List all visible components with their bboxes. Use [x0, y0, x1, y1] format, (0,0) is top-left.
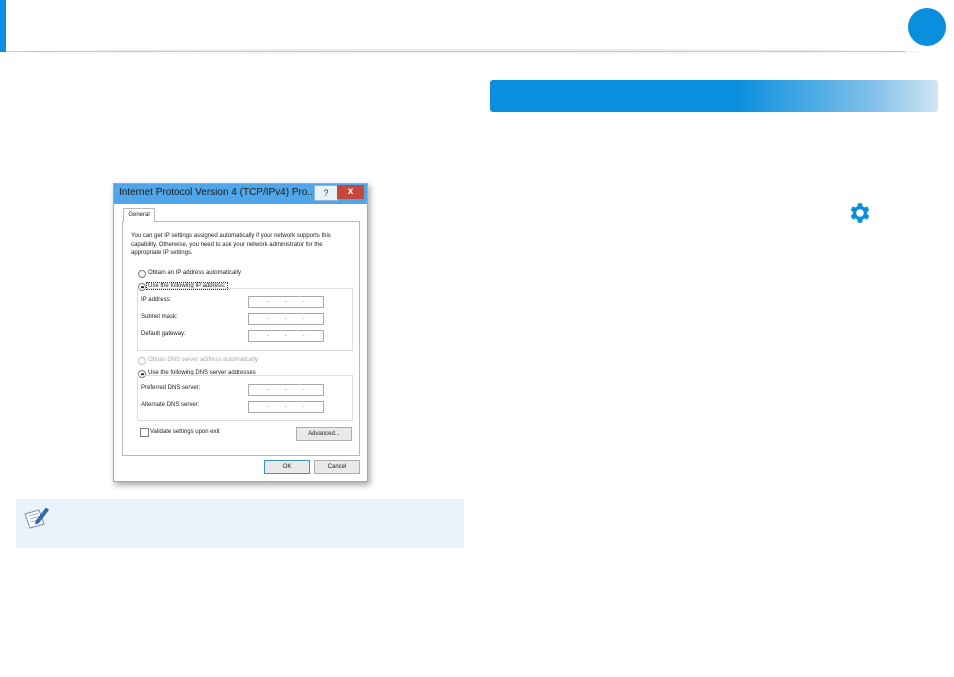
intro-text: You can get IP settings assigned automat… — [131, 233, 331, 257]
ipv4-properties-dialog: Internet Protocol Version 4 (TCP/IPv4) P… — [113, 183, 368, 482]
tab-general[interactable]: General — [123, 208, 155, 222]
ip-address-field[interactable]: ... — [248, 296, 324, 308]
dialog-title-bar[interactable]: Internet Protocol Version 4 (TCP/IPv4) P… — [114, 184, 367, 204]
help-button[interactable]: ? — [314, 185, 338, 201]
default-gateway-label: Default gateway: — [141, 331, 186, 337]
alternate-dns-label: Alternate DNS server: — [141, 402, 200, 408]
gear-icon — [850, 203, 870, 223]
obtain-dns-auto-radio[interactable] — [138, 357, 146, 365]
obtain-dns-auto-label[interactable]: Obtain DNS server address automatically — [148, 357, 258, 363]
close-button[interactable]: x — [337, 185, 364, 199]
subnet-mask-field[interactable]: ... — [248, 313, 324, 325]
note-pencil-icon — [24, 507, 49, 529]
header-accent-bar — [0, 0, 6, 52]
preferred-dns-label: Preferred DNS server: — [141, 385, 201, 391]
advanced-button[interactable]: Advanced... — [296, 427, 352, 441]
obtain-ip-auto-label[interactable]: Obtain an IP address automatically — [148, 270, 241, 276]
validate-settings-label[interactable]: Validate settings upon exit — [150, 429, 220, 435]
preferred-dns-field[interactable]: ... — [248, 384, 324, 396]
obtain-ip-auto-radio[interactable] — [138, 270, 146, 278]
ok-button[interactable]: OK — [264, 460, 310, 474]
section-heading-bar — [490, 80, 938, 112]
default-gateway-field[interactable]: ... — [248, 330, 324, 342]
alternate-dns-field[interactable]: ... — [248, 401, 324, 413]
dns-server-group — [137, 375, 353, 421]
cancel-button[interactable]: Cancel — [314, 460, 360, 474]
dialog-title: Internet Protocol Version 4 (TCP/IPv4) P… — [119, 187, 316, 198]
general-tab-panel: You can get IP settings assigned automat… — [122, 221, 360, 456]
ip-address-label: IP address: — [141, 297, 172, 303]
note-box — [16, 499, 464, 548]
header-shadow — [6, 49, 926, 55]
page-indicator-circle — [908, 8, 946, 46]
validate-settings-checkbox[interactable] — [140, 428, 149, 437]
subnet-mask-label: Subnet mask: — [141, 314, 178, 320]
